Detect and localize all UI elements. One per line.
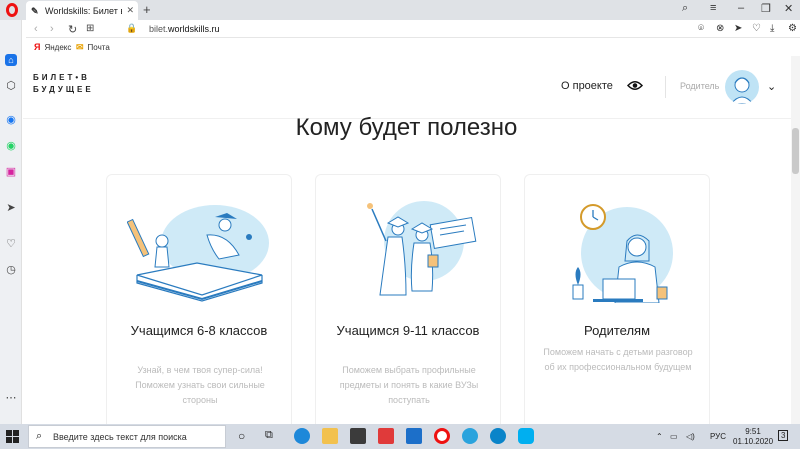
opera-taskbar-icon[interactable] (434, 428, 450, 444)
bookmark-mail[interactable]: ✉ Почта (76, 42, 110, 53)
search-tabs-icon[interactable]: ⌕ (682, 2, 688, 15)
task-view-icon[interactable]: ⧉ (265, 429, 273, 442)
tab-menu-icon[interactable]: ≡ (710, 2, 716, 14)
bookmark-label: Яндекс (44, 42, 72, 52)
network-icon[interactable]: ▭ (670, 432, 678, 441)
graduates-illustration (367, 201, 477, 296)
tab-title: Worldskills: Билет в будущ… (45, 5, 122, 16)
browser-sidebar: ⌂ ⬡ ◉ ◉ ▣ ➤ ♡ ◷ ⋯ (0, 20, 22, 424)
forward-icon[interactable]: › (50, 23, 54, 35)
maximize-icon[interactable]: ❐ (761, 2, 771, 15)
file-explorer-icon[interactable] (322, 428, 338, 444)
windows-taskbar: ⌕ Введите здесь текст для поиска ○ ⧉ ⌃ ▭… (0, 424, 800, 449)
adblock-icon[interactable]: ⊗ (716, 23, 724, 34)
cloud-app-icon[interactable] (490, 428, 506, 444)
mail-icon: ✉ (76, 42, 84, 52)
nav-about-link[interactable]: О проекте (561, 80, 613, 92)
taskbar-clock[interactable]: 9:51 01.10.2020 (733, 427, 773, 447)
search-placeholder: Введите здесь текст для поиска (53, 432, 187, 442)
tray-up-icon[interactable]: ⌃ (656, 432, 663, 441)
taskbar-search-field[interactable]: ⌕ Введите здесь текст для поиска (28, 425, 226, 448)
card-title: Учащимся 9-11 классов (336, 323, 480, 338)
bookmark-yandex[interactable]: Я Яндекс (34, 42, 71, 52)
logo-line: БИЛЕТ•В (33, 73, 90, 82)
avatar[interactable] (725, 70, 759, 104)
clock-date: 01.10.2020 (733, 437, 774, 446)
edge-icon[interactable] (294, 428, 310, 444)
card-description: Узнай, в чем твоя супер-сила! Поможем уз… (135, 365, 265, 405)
audience-card-grades-9-11[interactable]: Учащимся 9-11 классов Поможем выбрать пр… (315, 174, 501, 424)
browser-tab-strip: ✎ Worldskills: Билет в будущ… ✕ + ⌕ ≡ – … (0, 0, 800, 20)
header-divider (665, 76, 666, 98)
role-label: Родитель (680, 81, 720, 91)
url-domain: bilet. (149, 24, 169, 34)
parent-laptop-illustration (572, 204, 673, 303)
download-icon[interactable]: ⤓ (770, 23, 774, 34)
new-tab-icon[interactable]: + (143, 2, 151, 17)
send-icon[interactable]: ➤ (5, 202, 17, 214)
bookmark-heart-icon[interactable]: ♡ (752, 23, 761, 34)
card-title: Учащимся 6-8 классов (130, 323, 268, 338)
cube-icon[interactable]: ⬡ (5, 80, 17, 92)
lock-icon: 🔒 (126, 23, 138, 33)
messenger-icon[interactable]: ◉ (5, 114, 17, 126)
clock-time: 9:51 (745, 427, 761, 436)
skype-icon[interactable] (518, 428, 534, 444)
reload-icon[interactable]: ↻ (68, 23, 77, 36)
store-icon[interactable] (350, 428, 366, 444)
browser-tab[interactable]: ✎ Worldskills: Билет в будущ… ✕ (26, 1, 138, 20)
site-logo[interactable]: БИЛЕТ•В БУДУЩЕЕ (33, 72, 94, 96)
page-title: Кому будет полезно (295, 114, 518, 141)
audience-card-parents[interactable]: Родителям Поможем начать с детьми разгов… (524, 174, 710, 424)
student-book-illustration (127, 205, 269, 302)
more-icon[interactable]: ⋯ (5, 392, 17, 404)
cortana-icon[interactable]: ○ (238, 429, 245, 443)
telegram-icon[interactable] (462, 428, 478, 444)
heart-icon[interactable]: ♡ (5, 238, 17, 250)
chevron-down-icon[interactable]: ⌄ (767, 80, 776, 93)
worldskills-favicon-icon: ✎ (31, 5, 39, 16)
close-window-icon[interactable]: ✕ (784, 2, 793, 15)
card-description: Поможем выбрать профильные предметы и по… (339, 365, 479, 405)
bookmark-label: Почта (87, 43, 110, 52)
camera-icon[interactable]: ⌾ (698, 23, 704, 34)
accessibility-eye-icon[interactable] (627, 80, 643, 91)
logo-line: БУДУЩЕЕ (33, 85, 94, 94)
volume-icon[interactable]: ◁) (686, 432, 695, 441)
page-scrollbar[interactable] (791, 56, 800, 424)
language-indicator[interactable]: РУС (710, 432, 726, 441)
address-bar: ‹ › ↻ ⊞ 🔒 bilet.worldskills.ru ⌾ ⊗ ➤ ♡ ⤓… (26, 20, 800, 38)
card-title: Родителям (583, 323, 651, 338)
yandex-icon: Я (34, 42, 41, 52)
scrollbar-thumb[interactable] (792, 128, 799, 174)
site-header: БИЛЕТ•В БУДУЩЕЕ О проекте Родитель ⌄ (23, 56, 800, 119)
instagram-icon[interactable]: ▣ (5, 166, 17, 178)
search-icon: ⌕ (36, 430, 43, 442)
windows-start-icon[interactable] (6, 430, 19, 443)
back-icon[interactable]: ‹ (34, 23, 38, 35)
yandex-browser-icon[interactable] (378, 428, 394, 444)
card-description: Поможем начать с детьми разговор об их п… (543, 347, 693, 372)
url-host: worldskills.ru (168, 24, 220, 34)
home-icon[interactable]: ⌂ (5, 54, 17, 66)
notification-center-badge[interactable]: 3 (778, 430, 789, 441)
audience-card-grades-6-8[interactable]: Учащимся 6-8 классов Узнай, в чем твоя с… (106, 174, 292, 424)
mail-app-icon[interactable] (406, 428, 422, 444)
bookmarks-bar: Я Яндекс ✉ Почта (26, 38, 800, 56)
url-field[interactable]: bilet.worldskills.ru (149, 24, 220, 34)
close-tab-icon[interactable]: ✕ (126, 5, 134, 16)
history-icon[interactable]: ◷ (5, 264, 17, 276)
send-icon[interactable]: ➤ (734, 23, 742, 34)
whatsapp-icon[interactable]: ◉ (5, 140, 17, 152)
opera-logo-icon[interactable] (6, 3, 18, 17)
speed-dial-icon[interactable]: ⊞ (86, 23, 94, 34)
minimize-icon[interactable]: – (738, 2, 744, 14)
settings-icon[interactable]: ⚙ (788, 23, 797, 34)
web-page: БИЛЕТ•В БУДУЩЕЕ О проекте Родитель ⌄ Ком… (23, 56, 800, 424)
